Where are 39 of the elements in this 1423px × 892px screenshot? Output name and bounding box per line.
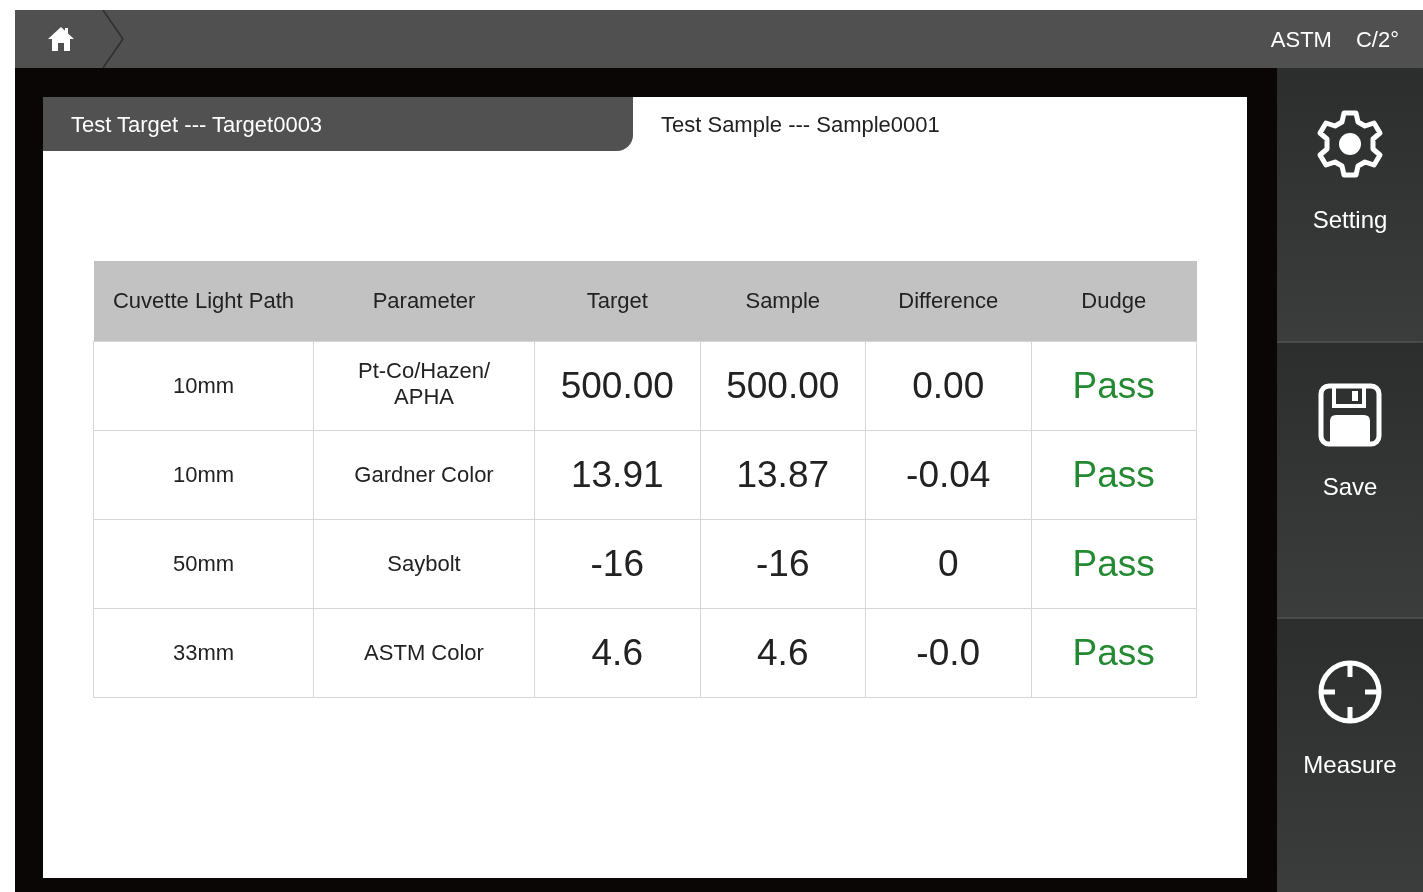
- column-header: Parameter: [313, 261, 535, 341]
- column-header: Sample: [700, 261, 866, 341]
- table-cell: Pass: [1031, 608, 1197, 697]
- column-header: Target: [534, 261, 700, 341]
- table-cell: Gardner Color: [313, 430, 535, 519]
- table-cell: -0.04: [865, 430, 1031, 519]
- table-cell: 4.6: [534, 608, 700, 697]
- table-cell: Saybolt: [313, 519, 535, 608]
- table-cell: 13.87: [700, 430, 866, 519]
- sidebar-button[interactable]: Save: [1277, 343, 1423, 617]
- home-icon[interactable]: [47, 26, 75, 52]
- table-cell: -0.0: [865, 608, 1031, 697]
- column-header: Difference: [865, 261, 1031, 341]
- breadcrumb-separator-icon: [101, 10, 125, 68]
- table-cell: 0.00: [865, 341, 1031, 430]
- status-label: C/2°: [1355, 25, 1399, 54]
- column-header: Cuvette Light Path: [93, 261, 314, 341]
- table-cell: -16: [700, 519, 866, 608]
- table-cell: Pass: [1031, 519, 1197, 608]
- table-cell: 10mm: [93, 430, 314, 519]
- sidebar-button[interactable]: Measure: [1277, 618, 1423, 892]
- table-cell: 0: [865, 519, 1031, 608]
- sidebar-button[interactable]: Setting: [1277, 68, 1423, 342]
- column-header: Dudge: [1031, 261, 1197, 341]
- table-cell: -16: [534, 519, 700, 608]
- table-cell: Pass: [1031, 430, 1197, 519]
- table-cell: 500.00: [700, 341, 866, 430]
- table-cell: 13.91: [534, 430, 700, 519]
- table-cell: Pass: [1031, 341, 1197, 430]
- status-label: ASTM: [1270, 25, 1332, 54]
- crosshair-icon: [1317, 658, 1383, 725]
- tab[interactable]: Test Target --- Target0003: [43, 97, 633, 151]
- table-cell: 33mm: [93, 608, 314, 697]
- table-cell: 10mm: [93, 341, 314, 430]
- table-cell: 4.6: [700, 608, 866, 697]
- table-cell: ASTM Color: [313, 608, 535, 697]
- table-cell: 50mm: [93, 519, 314, 608]
- table-cell: 500.00: [534, 341, 700, 430]
- table-cell: Pt-Co/Hazen/APHA: [313, 341, 535, 430]
